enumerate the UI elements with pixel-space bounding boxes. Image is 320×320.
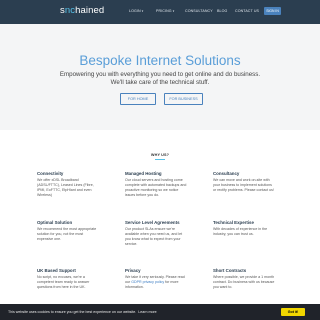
feature-title: UK Based Support <box>37 268 76 273</box>
feature-title: Service Level Agreements <box>125 220 180 225</box>
feature-description: No script, no excuses, we're a competent… <box>37 274 90 289</box>
feature-short-contracts: Short Contracts Where possible, we provi… <box>213 268 275 290</box>
feature-title: Privacy <box>125 268 141 273</box>
feature-title: Managed Hosting <box>125 171 162 176</box>
hero-title: Bespoke Internet Solutions <box>79 53 241 68</box>
nav-pricing[interactable]: PRICING▾ <box>156 9 174 13</box>
hero-section: Bespoke Internet Solutions Empowering yo… <box>0 24 320 130</box>
feature-optimal-solution: Optimal Solution We recommend the most a… <box>37 220 99 242</box>
chevron-down-icon: ▾ <box>172 9 175 13</box>
feature-sla: Service Level Agreements Our product SLA… <box>125 220 187 247</box>
feature-connectivity: Connectivity We offer xDSL Broadband (AD… <box>37 171 99 198</box>
hero-subtitle-line1: Empowering you with everything you need … <box>59 71 261 78</box>
heading-divider <box>155 159 165 160</box>
feature-title: Optimal Solution <box>37 220 73 225</box>
feature-description: Where possible, we provide a 1 month con… <box>213 274 275 289</box>
cookie-consent-bar: This website uses cookies to ensure you … <box>0 304 320 320</box>
logo-text-accent: nc <box>64 5 76 16</box>
feature-description: Our product SLAs ensure we're available … <box>125 226 183 247</box>
nav-pricing-label: PRICING <box>156 9 172 13</box>
brand-logo[interactable]: snchained <box>60 5 104 16</box>
hero-subtitle-line2: We'll take care of the technical stuff. <box>110 79 210 86</box>
cookie-learn-more-link[interactable]: Learn more <box>138 310 156 314</box>
why-us-heading: WHY US? <box>150 153 170 157</box>
feature-description: We recommend the most appropriate soluti… <box>37 226 97 241</box>
nav-contact-us[interactable]: CONTACT US <box>235 9 259 13</box>
cookie-accept-button[interactable]: Got it! <box>281 308 305 316</box>
cookie-message: This website uses cookies to ensure you … <box>8 310 157 314</box>
top-navbar: snchained LOGIN▾ PRICING▾ CONSULTANCY BL… <box>0 0 320 24</box>
feature-title: Consultancy <box>213 171 240 176</box>
feature-title: Technical Expertise <box>213 220 254 225</box>
logo-text-suffix: hained <box>75 5 105 16</box>
feature-description: We take it very seriously. Please read o… <box>125 275 187 291</box>
gdpr-privacy-policy-link[interactable]: GDPR privacy policy <box>131 280 164 284</box>
nav-consultancy[interactable]: CONSULTANCY <box>185 9 213 13</box>
for-business-button[interactable]: FOR BUSINESS <box>164 93 203 105</box>
cookie-message-text: This website uses cookies to ensure you … <box>8 310 137 314</box>
feature-privacy: Privacy We take it very seriously. Pleas… <box>125 268 187 290</box>
feature-uk-support: UK Based Support No script, no excuses, … <box>37 268 99 290</box>
nav-blog[interactable]: BLOG <box>217 9 227 13</box>
nav-login-label: LOGIN <box>129 9 141 13</box>
feature-consultancy: Consultancy We can move and work on-site… <box>213 171 275 193</box>
feature-description: With decades of experience in the indust… <box>213 226 268 236</box>
chevron-down-icon: ▾ <box>141 9 144 13</box>
feature-description: Our cloud servers and hosting come compl… <box>125 177 187 198</box>
feature-title: Short Contracts <box>213 268 247 273</box>
feature-description: We offer xDSL Broadband (ADSL/FTTC), Lea… <box>37 177 94 198</box>
feature-title: Connectivity <box>37 171 64 176</box>
feature-managed-hosting: Managed Hosting Our cloud servers and ho… <box>125 171 187 198</box>
feature-technical-expertise: Technical Expertise With decades of expe… <box>213 220 275 237</box>
nav-login[interactable]: LOGIN▾ <box>129 9 143 13</box>
feature-description: We can move and work on-site with your b… <box>213 177 274 192</box>
for-home-button[interactable]: FOR HOME <box>120 93 156 105</box>
sign-in-button[interactable]: SIGN IN <box>264 7 281 15</box>
